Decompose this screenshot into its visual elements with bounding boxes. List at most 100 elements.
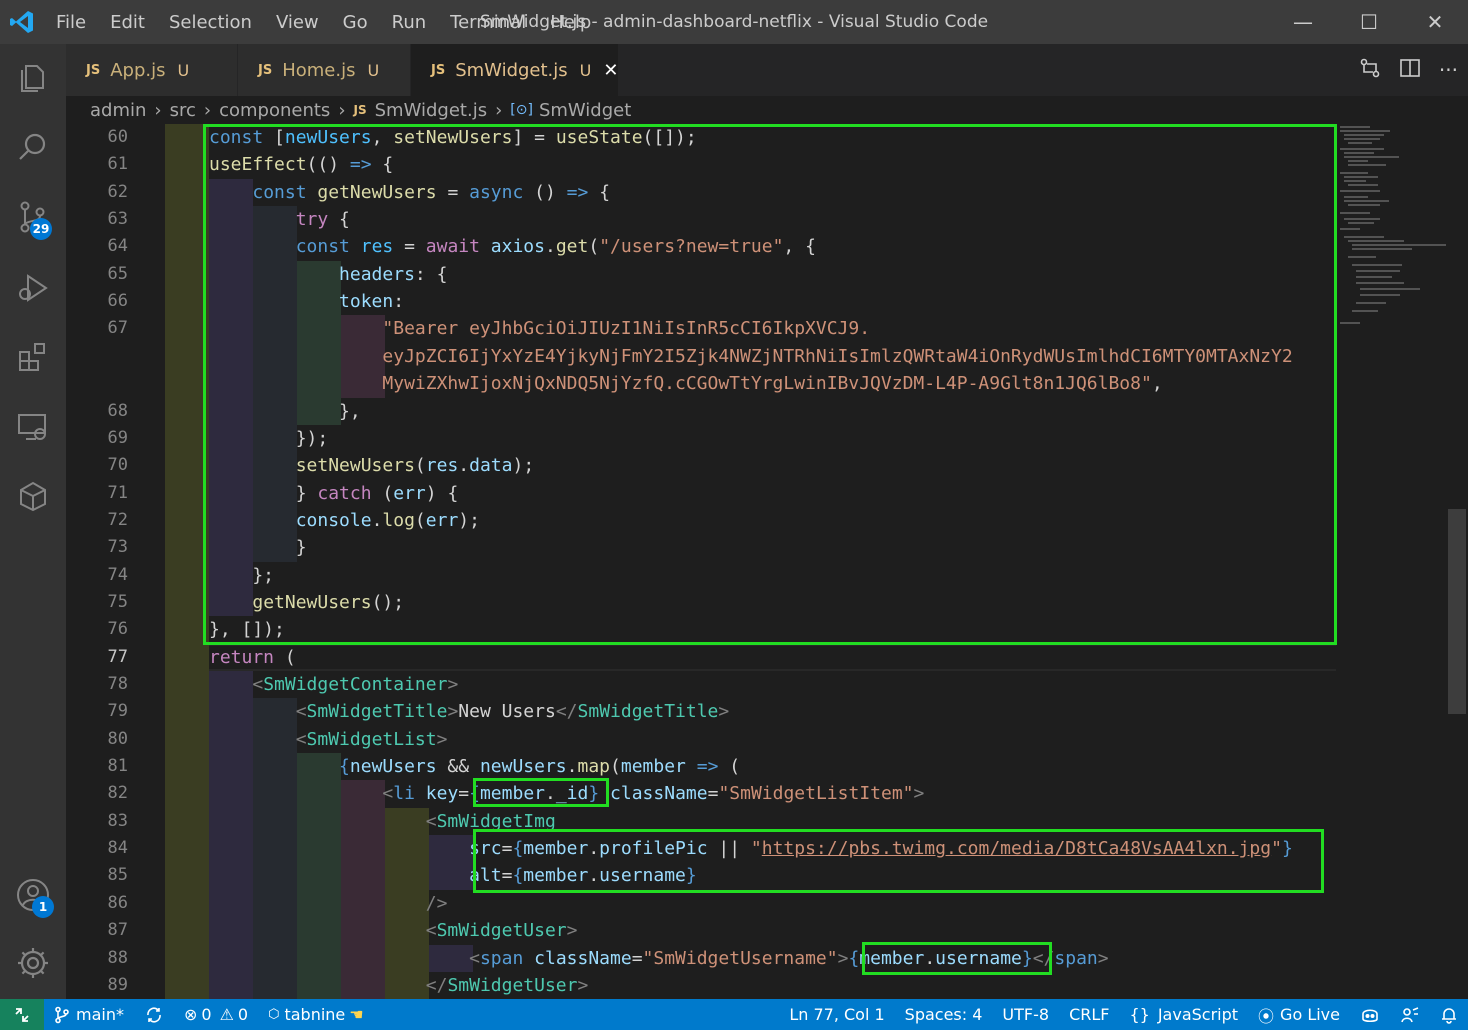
- testing-icon[interactable]: [0, 464, 66, 526]
- title-bar: File Edit Selection View Go Run Terminal…: [0, 0, 1468, 44]
- remote-explorer-icon[interactable]: [0, 396, 66, 458]
- tab-smwidget-js[interactable]: JS SmWidget.js U ✕: [411, 44, 619, 96]
- menu-view[interactable]: View: [264, 12, 331, 33]
- accounts-badge: 1: [32, 896, 54, 918]
- line-number: 89: [107, 974, 128, 995]
- close-tab-icon[interactable]: ✕: [603, 60, 618, 81]
- untracked-status: U: [177, 60, 190, 80]
- run-debug-icon[interactable]: [0, 256, 66, 318]
- sync-icon[interactable]: [134, 1006, 174, 1024]
- code-editor[interactable]: 60 const [newUsers, setNewUsers] = useSta…: [66, 124, 1468, 999]
- menu-run[interactable]: Run: [380, 12, 439, 33]
- indent-guide: [165, 807, 209, 836]
- code-text: />: [425, 892, 448, 914]
- code-line: 87 <SmWidgetUser>: [66, 917, 1336, 945]
- breadcrumb-src[interactable]: src: [170, 100, 196, 121]
- indentation[interactable]: Spaces: 4: [895, 1005, 993, 1024]
- line-number: 87: [107, 920, 128, 941]
- go-live-label: Go Live: [1280, 1005, 1340, 1024]
- breadcrumb-components[interactable]: components: [219, 100, 330, 121]
- more-actions-icon[interactable]: ···: [1439, 58, 1458, 82]
- highlight-box-username: [862, 942, 1052, 975]
- tab-label: SmWidget.js: [455, 59, 568, 81]
- menu-go[interactable]: Go: [331, 12, 380, 33]
- warning-count: 0: [237, 1005, 249, 1024]
- code-text: return (: [209, 646, 296, 668]
- code-text: </SmWidgetUser>: [425, 974, 589, 996]
- code-line: 80 <SmWidgetList>: [66, 725, 1336, 754]
- activity-bar: 29 1: [0, 44, 66, 999]
- open-changes-icon[interactable]: [1359, 57, 1381, 84]
- line-number: 78: [107, 674, 128, 694]
- menu-edit[interactable]: Edit: [98, 12, 157, 33]
- feedback-icon[interactable]: [1390, 1006, 1430, 1024]
- chevron-right-icon: ›: [154, 99, 162, 121]
- breadcrumb-file[interactable]: SmWidget.js: [375, 100, 487, 121]
- line-number: 81: [107, 756, 128, 777]
- line-number: 77: [107, 646, 128, 667]
- indent-guide: [165, 971, 209, 999]
- cursor-position[interactable]: Ln 77, Col 1: [779, 1005, 894, 1024]
- remote-indicator-icon[interactable]: [0, 999, 44, 1030]
- vertical-scrollbar[interactable]: [1446, 124, 1468, 999]
- tabnine-indicator[interactable]: ⬡ tabnine ☚: [258, 1005, 374, 1024]
- split-editor-icon[interactable]: [1399, 57, 1421, 84]
- line-number: 70: [107, 455, 128, 476]
- broadcast-icon: ⦿: [1258, 1006, 1275, 1026]
- indent-guide: [165, 698, 209, 726]
- menu-file[interactable]: File: [44, 12, 98, 33]
- settings-gear-icon[interactable]: [0, 932, 66, 994]
- scrollbar-thumb[interactable]: [1448, 509, 1466, 714]
- indent-guide: [165, 835, 209, 863]
- line-number: 75: [107, 591, 128, 612]
- tab-label: App.js: [110, 59, 166, 81]
- tab-app-js[interactable]: JS App.js U: [66, 44, 238, 96]
- menu-terminal[interactable]: Terminal: [438, 12, 538, 33]
- status-bar-right: Ln 77, Col 1 Spaces: 4 UTF-8 CRLF {} Jav…: [779, 1003, 1468, 1027]
- go-live-button[interactable]: ⦿ Go Live: [1248, 1003, 1350, 1027]
- breadcrumb-symbol[interactable]: SmWidget: [539, 100, 631, 121]
- branch-name: main*: [76, 1005, 124, 1024]
- line-number: 71: [107, 482, 128, 503]
- problems-indicator[interactable]: ⊗ 0 ⚠ 0: [174, 1005, 258, 1024]
- language-mode[interactable]: {} JavaScript: [1119, 1005, 1248, 1024]
- braces-icon: {}: [1129, 1005, 1150, 1024]
- line-ending[interactable]: CRLF: [1059, 1005, 1119, 1024]
- menu-help[interactable]: Help: [538, 12, 603, 33]
- extensions-icon[interactable]: [0, 326, 66, 388]
- tab-home-js[interactable]: JS Home.js U: [238, 44, 411, 96]
- copilot-icon[interactable]: [1350, 1006, 1390, 1024]
- code-text: <SmWidgetContainer>: [252, 674, 459, 695]
- tab-label: Home.js: [282, 59, 356, 81]
- javascript-file-icon: JS: [86, 62, 101, 78]
- source-control-icon[interactable]: 29: [0, 186, 66, 248]
- maximize-button[interactable]: ☐: [1336, 0, 1402, 44]
- indent-guide: [165, 725, 209, 754]
- explorer-icon[interactable]: [0, 46, 66, 108]
- window-controls: — ☐ ✕: [1270, 0, 1468, 44]
- line-number: 63: [107, 209, 128, 230]
- code-line: 82 <li key={member._id} className="SmWid…: [66, 780, 1336, 808]
- notifications-bell-icon[interactable]: [1430, 1006, 1468, 1024]
- line-number: 83: [107, 810, 128, 831]
- code-text: <SmWidgetList>: [295, 728, 448, 750]
- minimize-button[interactable]: —: [1270, 0, 1336, 44]
- search-icon[interactable]: [0, 116, 66, 178]
- current-line-highlight: [166, 643, 1336, 671]
- branch-indicator[interactable]: main*: [44, 1005, 134, 1024]
- javascript-file-icon: JS: [353, 103, 367, 117]
- code-text: <SmWidgetUser>: [425, 920, 578, 942]
- indent-guide: [165, 671, 209, 699]
- encoding[interactable]: UTF-8: [992, 1005, 1059, 1024]
- close-window-button[interactable]: ✕: [1402, 0, 1468, 44]
- accounts-icon[interactable]: 1: [0, 864, 66, 926]
- untracked-status: U: [579, 60, 592, 80]
- code-line: 89 </SmWidgetUser>: [66, 971, 1336, 999]
- minimap[interactable]: [1336, 124, 1448, 999]
- menu-selection[interactable]: Selection: [157, 12, 264, 33]
- code-line: 86 />: [66, 889, 1336, 918]
- line-number: 65: [107, 263, 128, 284]
- vscode-logo-icon: [0, 0, 44, 44]
- breadcrumb-admin[interactable]: admin: [90, 100, 146, 121]
- highlight-box-img-props: [473, 829, 1324, 893]
